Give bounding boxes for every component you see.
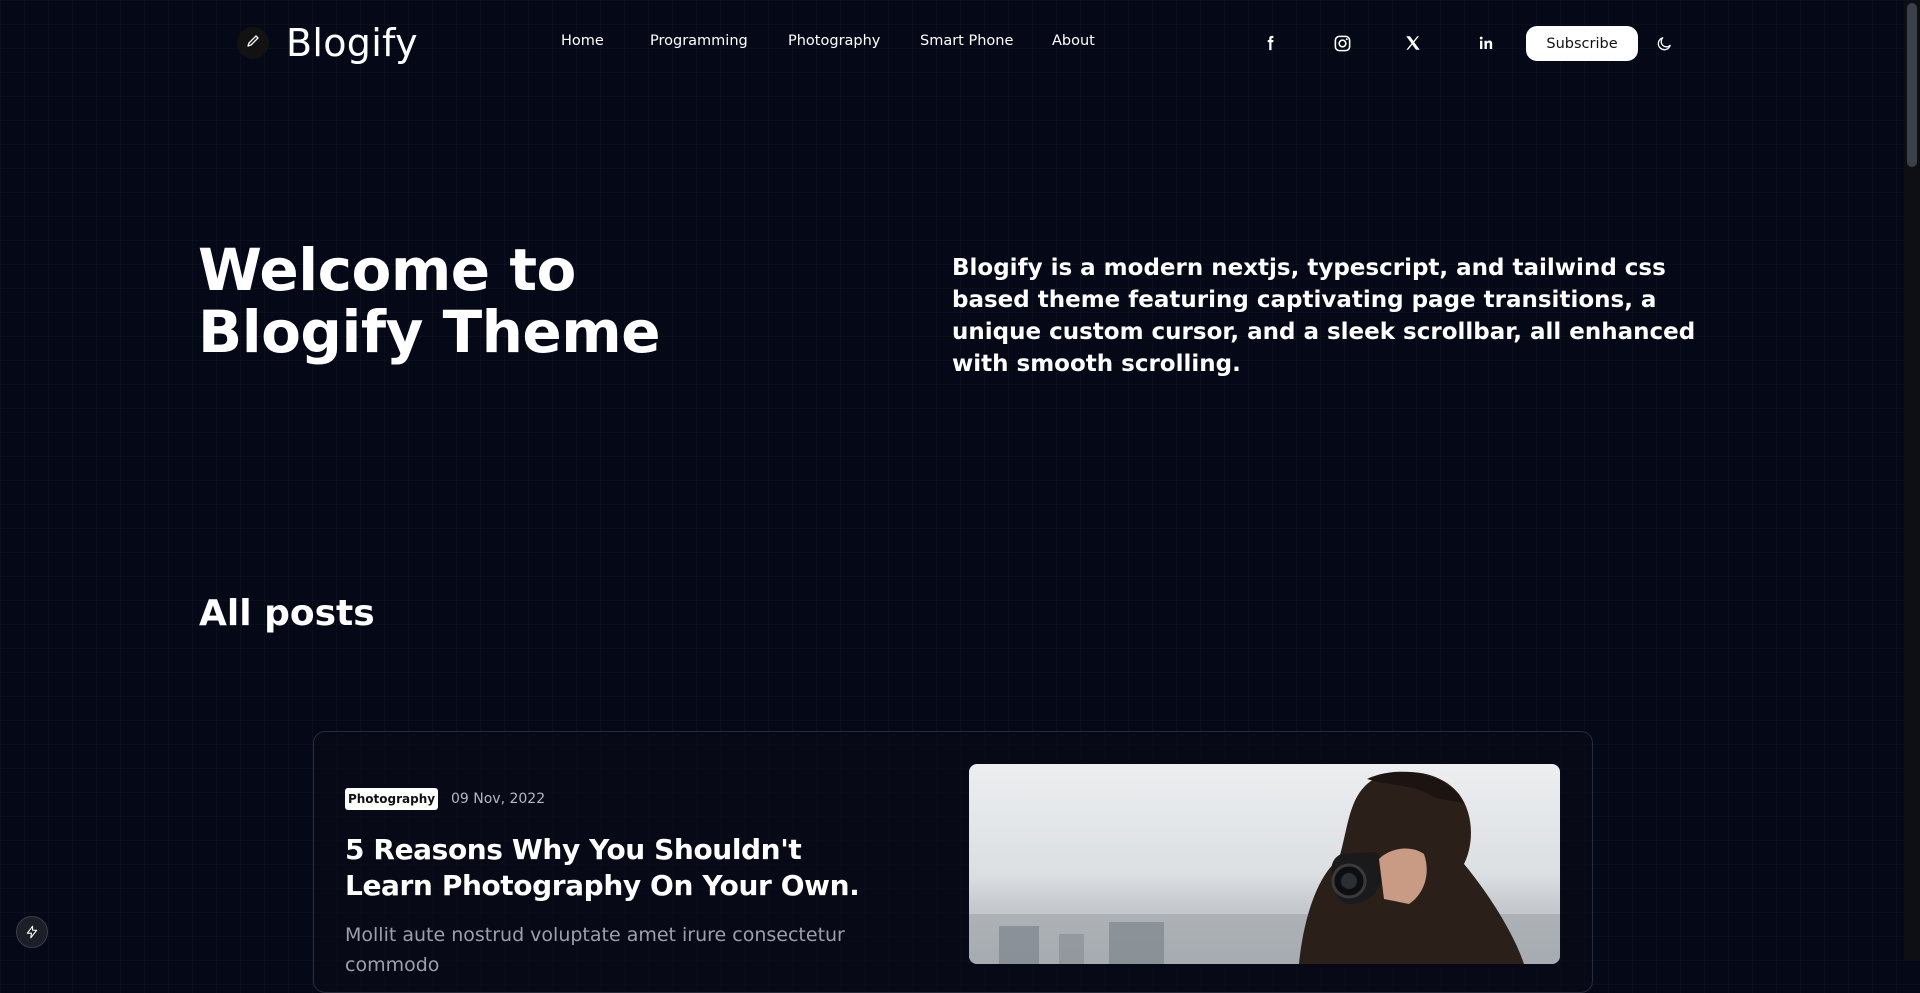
post-title[interactable]: 5 Reasons Why You Shouldn't Learn Photog… <box>345 832 875 904</box>
hero-title-line-2: Blogify Theme <box>198 298 661 366</box>
logo-mark[interactable] <box>237 27 269 59</box>
moon-icon[interactable] <box>1652 31 1676 55</box>
instagram-icon[interactable] <box>1330 31 1354 55</box>
pencil-icon <box>245 33 261 53</box>
hero-title: Welcome to Blogify Theme <box>198 239 758 363</box>
post-category-badge[interactable]: Photography <box>345 788 438 810</box>
nav-smart-phone[interactable]: Smart Phone <box>920 33 1013 49</box>
nav-about[interactable]: About <box>1052 33 1095 49</box>
nav-programming[interactable]: Programming <box>650 33 748 49</box>
nav-photography[interactable]: Photography <box>788 33 880 49</box>
brand-name[interactable]: Blogify <box>286 19 418 67</box>
facebook-icon[interactable] <box>1258 31 1282 55</box>
hero-description: Blogify is a modern nextjs, typescript, … <box>952 255 1696 377</box>
nav-home[interactable]: Home <box>561 33 604 49</box>
post-cover-image[interactable] <box>969 764 1560 964</box>
post-excerpt: Mollit aute nostrud voluptate amet irure… <box>345 924 845 976</box>
page-scrollbar[interactable] <box>1904 0 1920 961</box>
lightning-icon[interactable] <box>16 916 48 948</box>
subscribe-button[interactable]: Subscribe <box>1526 26 1638 61</box>
hero-title-line-1: Welcome to <box>198 236 576 304</box>
linkedin-icon[interactable] <box>1474 31 1498 55</box>
post-date: 09 Nov, 2022 <box>451 791 546 807</box>
scrollbar-thumb[interactable] <box>1907 3 1917 167</box>
x-icon[interactable] <box>1401 31 1425 55</box>
site-header: Blogify Home Programming Photography Sma… <box>0 0 1904 88</box>
all-posts-title: All posts <box>199 593 375 634</box>
